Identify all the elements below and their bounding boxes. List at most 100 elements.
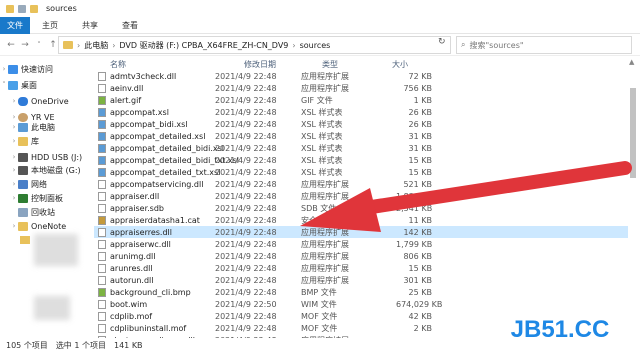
cloud-icon xyxy=(18,96,28,106)
file-size: 806 KB xyxy=(403,251,432,261)
properties-icon[interactable] xyxy=(18,4,26,13)
scroll-up-icon[interactable]: ▲ xyxy=(629,58,634,66)
file-size: 2 KB xyxy=(413,323,432,333)
file-row[interactable]: autorun.dll 2021/4/9 22:48 应用程序扩展 301 KB xyxy=(94,274,628,286)
window-title: sources xyxy=(46,4,77,13)
chevron-right-icon[interactable]: › xyxy=(10,153,18,161)
file-row[interactable]: appcompat_detailed_txt.xsl 2021/4/9 22:48… xyxy=(94,166,628,178)
app-folder-icon xyxy=(6,4,14,13)
chevron-right-icon[interactable]: › xyxy=(10,180,18,188)
file-name: admtv3check.dll xyxy=(110,71,177,81)
file-date: 2021/4/9 22:48 xyxy=(215,227,277,237)
file-row[interactable]: arunres.dll 2021/4/9 22:48 应用程序扩展 15 KB xyxy=(94,262,628,274)
file-row[interactable]: appraiser.dll 2021/4/9 22:48 应用程序扩展 1,836 K… xyxy=(94,190,628,202)
file-icon xyxy=(98,132,106,141)
breadcrumb-this-pc[interactable]: 此电脑 xyxy=(84,40,108,51)
back-arrow-icon[interactable]: ← xyxy=(4,40,18,50)
item-count: 105 个项目 xyxy=(6,341,48,350)
file-row[interactable]: appcompat_detailed_bidi_txt.xsl 2021/4/9 … xyxy=(94,154,628,166)
control-panel-icon xyxy=(18,193,28,203)
sidebar-item-hdd-usb[interactable]: › HDD USB (J:) xyxy=(10,150,82,164)
new-folder-icon[interactable] xyxy=(30,4,38,13)
file-row[interactable]: appcompat.xsl 2021/4/9 22:48 XSL 样式表 26 KB xyxy=(94,106,628,118)
chevron-right-icon[interactable]: › xyxy=(10,222,18,230)
network-icon xyxy=(18,179,28,189)
file-icon xyxy=(98,264,106,273)
chevron-right-icon[interactable]: › xyxy=(10,137,18,145)
chevron-right-icon[interactable]: › xyxy=(10,194,18,202)
tab-file[interactable]: 文件 xyxy=(0,16,30,34)
sidebar-item-network[interactable]: › 网络 xyxy=(10,177,47,191)
file-row[interactable]: appraiserres.dll 2021/4/9 22:48 应用程序扩展 142 … xyxy=(94,226,628,238)
chevron-right-icon[interactable]: › xyxy=(10,97,18,105)
file-row[interactable]: boot.wim 2021/4/9 22:50 WIM 文件 674,029 KB xyxy=(94,298,628,310)
file-row[interactable]: appcompat_detailed_bidi.xsl 2021/4/9 22:4… xyxy=(94,142,628,154)
file-row[interactable]: alert.gif 2021/4/9 22:48 GIF 文件 1 KB xyxy=(94,94,628,106)
file-icon xyxy=(98,180,106,189)
blurred-folder-item xyxy=(20,236,30,244)
file-name: appcompat_detailed.xsl xyxy=(110,131,206,141)
chevron-right-icon[interactable]: › xyxy=(10,123,18,131)
file-row[interactable]: appraiser.sdb 2021/4/9 22:48 SDB 文件 2,541 K… xyxy=(94,202,628,214)
refresh-icon[interactable]: ↻ xyxy=(438,37,446,47)
scroll-thumb[interactable] xyxy=(630,88,636,178)
file-date: 2021/4/9 22:48 xyxy=(215,95,277,105)
sidebar-item-libraries[interactable]: › 库 xyxy=(10,134,39,148)
file-name: aeinv.dll xyxy=(110,83,144,93)
sidebar-item-recycle-bin[interactable]: 回收站 xyxy=(10,205,55,219)
tab-home[interactable]: 主页 xyxy=(30,20,70,31)
column-name[interactable]: 名称 xyxy=(110,59,126,70)
tab-share[interactable]: 共享 xyxy=(70,20,110,31)
file-icon xyxy=(98,228,106,237)
file-date: 2021/4/9 22:48 xyxy=(215,239,277,249)
recent-dropdown-icon[interactable]: ˅ xyxy=(32,41,46,49)
sidebar-item-control-panel[interactable]: › 控制面板 xyxy=(10,191,63,205)
search-input[interactable]: ⌕ 搜索"sources" xyxy=(456,36,632,54)
file-date: 2021/4/9 22:48 xyxy=(215,311,277,321)
file-size: 301 KB xyxy=(403,275,432,285)
file-size: 11 KB xyxy=(408,215,432,225)
breadcrumb-sources[interactable]: sources xyxy=(300,41,331,50)
sidebar-item-local-disk[interactable]: › 本地磁盘 (G:) xyxy=(10,163,81,177)
computer-icon xyxy=(18,122,28,132)
forward-arrow-icon[interactable]: → xyxy=(18,40,32,50)
file-type: XSL 样式表 xyxy=(301,155,343,165)
sidebar-item-quick-access[interactable]: › 快速访问 xyxy=(0,62,53,76)
file-date: 2021/4/9 22:50 xyxy=(215,299,277,309)
file-row[interactable]: appraiserdatasha1.cat 2021/4/9 22:48 安全目录 1… xyxy=(94,214,628,226)
chevron-down-icon[interactable]: ˅ xyxy=(0,81,8,89)
file-row[interactable]: appcompat_detailed.xsl 2021/4/9 22:48 XSL … xyxy=(94,130,628,142)
file-size: 756 KB xyxy=(403,83,432,93)
chevron-right-icon[interactable]: › xyxy=(10,166,18,174)
file-row[interactable]: appcompat_bidi.xsl 2021/4/9 22:48 XSL 样式表 2… xyxy=(94,118,628,130)
file-type: 应用程序扩展 xyxy=(301,71,349,81)
file-date: 2021/4/9 22:48 xyxy=(215,275,277,285)
address-bar[interactable]: › 此电脑 › DVD 驱动器 (F:) CPBA_X64FRE_ZH-CN_D… xyxy=(58,36,451,54)
column-type[interactable]: 类型 xyxy=(322,59,338,70)
sidebar-item-desktop[interactable]: ˅ 桌面 xyxy=(0,78,37,92)
file-row[interactable]: aeinv.dll 2021/4/9 22:48 应用程序扩展 756 KB xyxy=(94,82,628,94)
file-row[interactable]: admtv3check.dll 2021/4/9 22:48 应用程序扩展 72 KB xyxy=(94,70,628,82)
file-row[interactable]: arunimg.dll 2021/4/9 22:48 应用程序扩展 806 KB xyxy=(94,250,628,262)
file-row[interactable]: appraiserwc.dll 2021/4/9 22:48 应用程序扩展 1,799… xyxy=(94,238,628,250)
file-size: 31 KB xyxy=(408,131,432,141)
search-icon: ⌕ xyxy=(461,40,466,49)
file-row[interactable]: appcompatservicing.dll 2021/4/9 22:48 应用程序… xyxy=(94,178,628,190)
file-size: 42 KB xyxy=(408,311,432,321)
file-name: appcompatservicing.dll xyxy=(110,179,204,189)
file-size: 1 KB xyxy=(413,95,432,105)
star-icon xyxy=(8,64,18,74)
tab-view[interactable]: 查看 xyxy=(110,20,150,31)
sidebar-item-this-pc[interactable]: › 此电脑 xyxy=(10,120,55,134)
file-icon xyxy=(98,216,106,225)
sidebar-item-onedrive[interactable]: › OneDrive xyxy=(10,94,69,108)
vertical-scrollbar[interactable]: ▲ xyxy=(628,58,638,338)
breadcrumb-dvd-drive[interactable]: DVD 驱动器 (F:) CPBA_X64FRE_ZH-CN_DV9 xyxy=(119,40,288,51)
column-size[interactable]: 大小 xyxy=(392,59,408,70)
file-row[interactable]: background_cli.bmp 2021/4/9 22:48 BMP 文件 25… xyxy=(94,286,628,298)
file-date: 2021/4/9 22:48 xyxy=(215,191,277,201)
sidebar-item-onenote[interactable]: › OneNote xyxy=(10,219,66,233)
chevron-right-icon[interactable]: › xyxy=(0,65,8,73)
file-icon xyxy=(98,312,106,321)
column-date[interactable]: 修改日期 xyxy=(244,59,276,70)
